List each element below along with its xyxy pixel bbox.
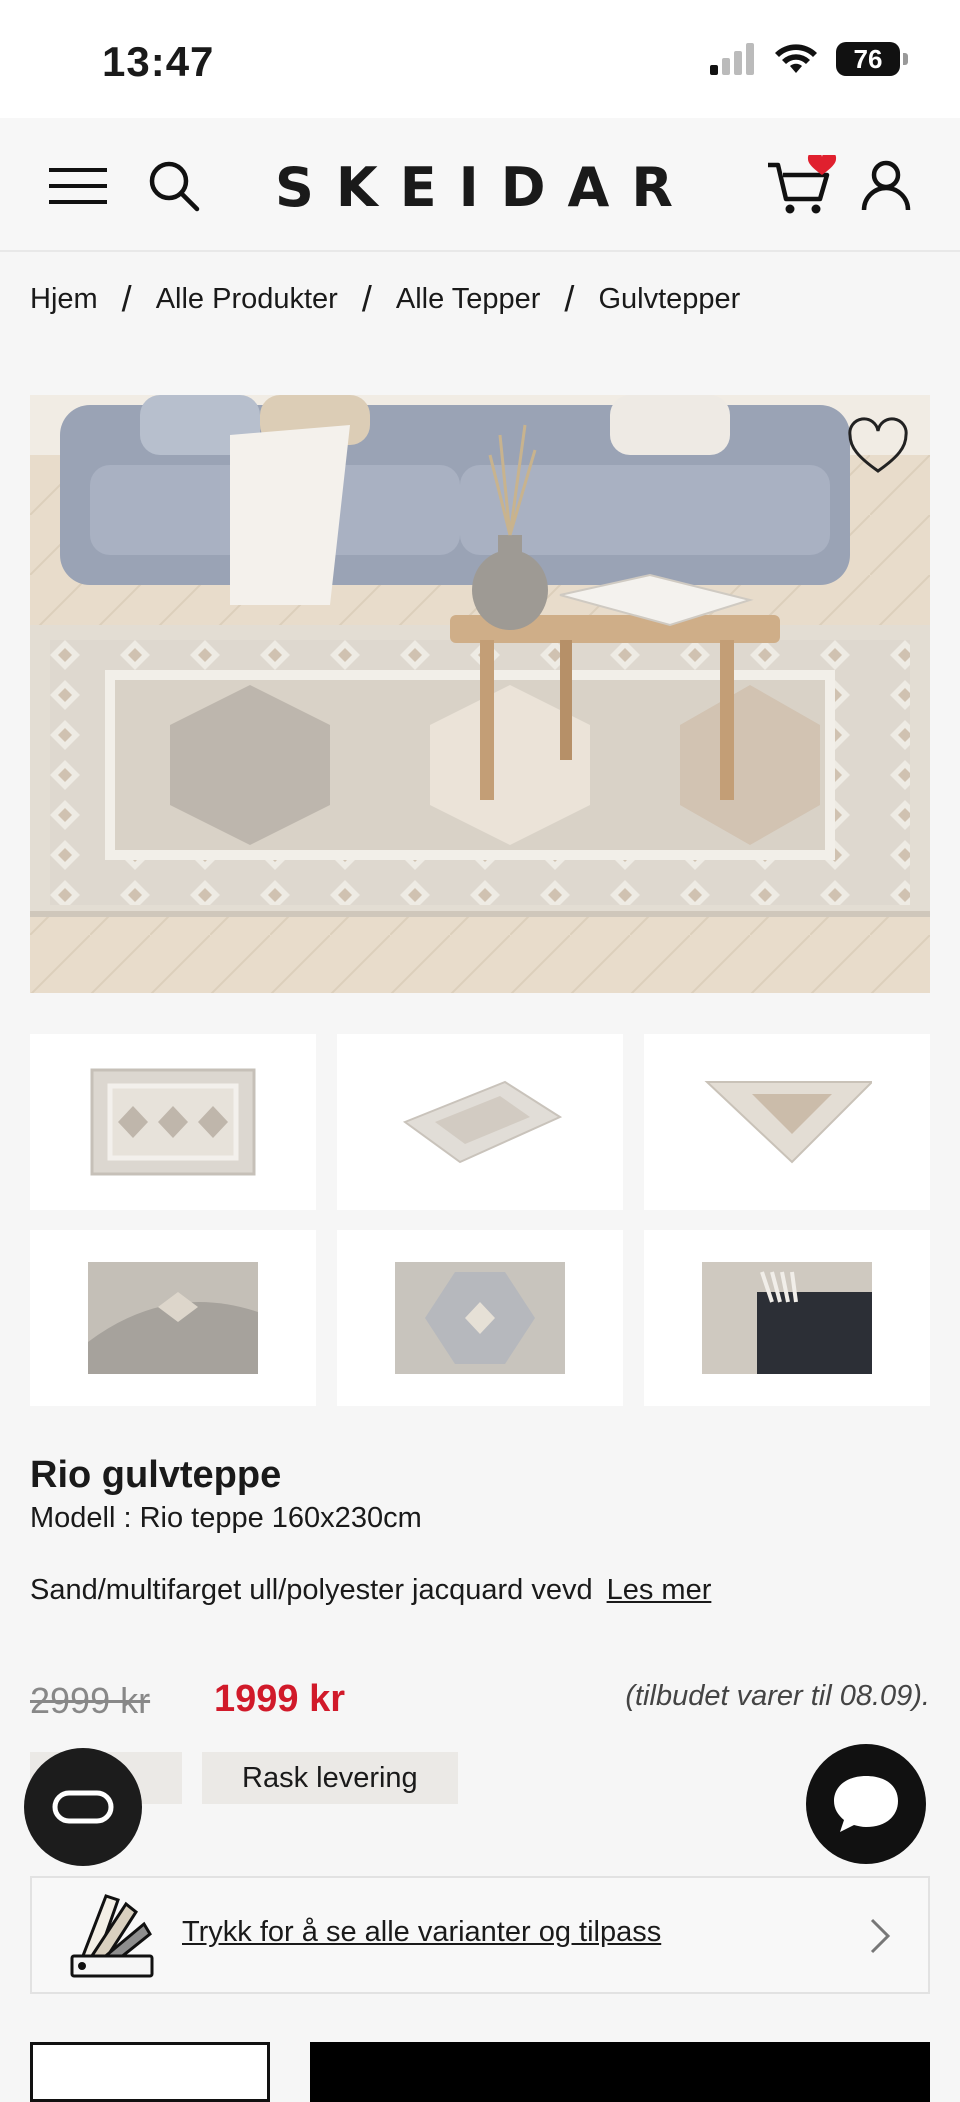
- swatch-icon: [70, 1894, 154, 1978]
- heart-badge-icon: [807, 155, 837, 175]
- sale-price: 1999 kr: [214, 1678, 346, 1720]
- thumbnail-6[interactable]: [644, 1230, 930, 1406]
- breadcrumb-separator: /: [564, 278, 575, 319]
- chat-toggle-button[interactable]: [24, 1748, 142, 1866]
- rug-thumbnail: [395, 1262, 565, 1374]
- rug-thumbnail: [90, 1068, 256, 1176]
- menu-icon: [49, 168, 107, 204]
- thumbnail-4[interactable]: [30, 1230, 316, 1406]
- status-time: 13:47: [102, 38, 215, 85]
- description-text: Sand/multifarget ull/polyester jacquard …: [30, 1574, 593, 1606]
- site-header: SKEIDAR: [0, 118, 960, 252]
- add-to-cart-button[interactable]: [310, 2042, 930, 2102]
- thumbnail-grid: [30, 1034, 932, 1406]
- search-button[interactable]: [144, 158, 204, 214]
- rug-thumbnail: [88, 1262, 258, 1374]
- product-title: Rio gulvteppe: [30, 1454, 282, 1496]
- breadcrumb-separator: /: [361, 278, 372, 319]
- quantity-selector[interactable]: [30, 2042, 270, 2102]
- cart-icon: [768, 155, 837, 214]
- search-icon: [149, 161, 200, 212]
- user-icon: [861, 160, 911, 211]
- thumbnail-2[interactable]: [337, 1034, 623, 1210]
- breadcrumb-all-rugs[interactable]: Alle Tepper: [396, 283, 541, 316]
- cart-button[interactable]: [762, 155, 842, 214]
- message-button[interactable]: [806, 1744, 926, 1864]
- product-model: Modell : Rio teppe 160x230cm: [30, 1502, 422, 1534]
- menu-button[interactable]: [48, 158, 108, 214]
- product-main-image[interactable]: [30, 395, 930, 993]
- breadcrumb-all-products[interactable]: Alle Produkter: [156, 283, 338, 316]
- rug-thumbnail: [702, 1262, 872, 1374]
- breadcrumb-floor-rugs[interactable]: Gulvtepper: [598, 283, 740, 316]
- breadcrumb-separator: /: [121, 278, 132, 319]
- favorite-button[interactable]: [846, 415, 910, 479]
- rug-thumbnail: [402, 1080, 563, 1164]
- thumbnail-1[interactable]: [30, 1034, 316, 1210]
- variants-panel[interactable]: Trykk for å se alle varianter og tilpass: [30, 1876, 930, 1994]
- chat-icon: [52, 1790, 114, 1824]
- product-description: Sand/multifarget ull/polyester jacquard …: [30, 1568, 790, 1613]
- status-icons: 76: [710, 42, 908, 76]
- old-price: 2999 kr: [30, 1680, 151, 1721]
- chevron-right-icon: [870, 1918, 891, 1954]
- signal-icon: [710, 43, 754, 75]
- thumbnail-5[interactable]: [337, 1230, 623, 1406]
- account-button[interactable]: [856, 158, 916, 214]
- product-photo: [30, 395, 930, 993]
- offer-note: (tilbudet varer til 08.09).: [625, 1680, 930, 1712]
- thumbnail-3[interactable]: [644, 1034, 930, 1210]
- breadcrumb-home[interactable]: Hjem: [30, 283, 98, 316]
- variants-link[interactable]: Trykk for å se alle varianter og tilpass: [182, 1916, 661, 1949]
- fast-delivery-badge: Rask levering: [202, 1752, 458, 1804]
- read-more-link[interactable]: Les mer: [607, 1574, 712, 1606]
- site-logo[interactable]: SKEIDAR: [275, 156, 685, 219]
- message-icon: [834, 1776, 898, 1832]
- heart-icon: [848, 417, 908, 473]
- breadcrumb: Hjem / Alle Produkter / Alle Tepper / Gu…: [30, 278, 740, 320]
- status-bar: 13:47 76: [0, 0, 960, 118]
- wifi-icon: [775, 44, 817, 73]
- rug-thumbnail: [704, 1081, 872, 1164]
- battery-indicator: 76: [836, 42, 908, 76]
